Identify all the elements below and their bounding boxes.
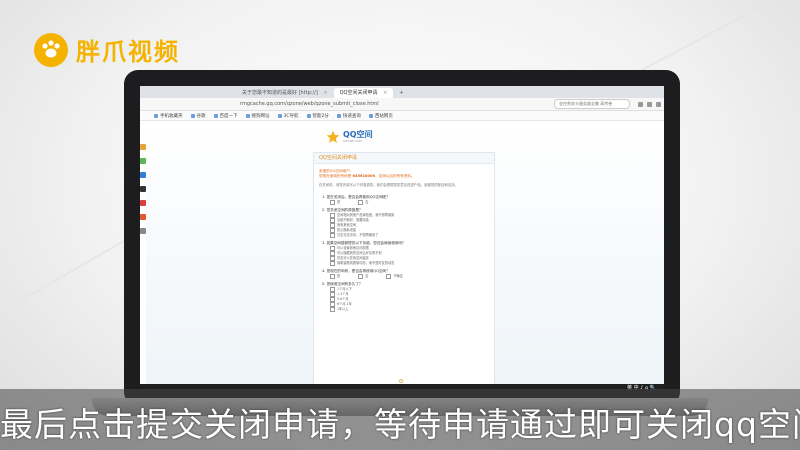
- checkbox-icon[interactable]: [330, 232, 335, 238]
- bookmark-label: 谷歌: [196, 113, 206, 119]
- bookmark-label: 3C导航: [283, 113, 299, 119]
- bookmark-item[interactable]: 搜狗网址: [245, 113, 270, 119]
- bookmark-item[interactable]: 智能2分: [306, 113, 329, 119]
- option-row: 是 否 不确定: [322, 273, 494, 279]
- option-label: 6个月-1年: [337, 301, 352, 306]
- video-subtitle: 最后点击提交关闭申请，等待申请通过即可关闭qq空间: [0, 405, 800, 444]
- radio-option[interactable]: 不确定: [386, 273, 403, 279]
- browser-tabbar: 关于您最不知道的是最好 [http://] × QQ空间关闭申请 × +: [140, 86, 664, 98]
- qzone-subtitle: QZONE.COM: [343, 139, 362, 143]
- option-label: 1年以上: [337, 306, 349, 311]
- url-input[interactable]: rmgcache.qq.com/qzone/web/qzone_submit_c…: [200, 100, 490, 108]
- option-label: 否: [365, 273, 369, 278]
- survey: 1. 您在关闭后，是否会再使用QQ空间呢？ 是 否 2. 您关闭空间的原因是？ …: [314, 188, 494, 312]
- background-line: [639, 0, 800, 72]
- option-label: 是: [337, 199, 341, 204]
- watermark-brand: 胖爪视频: [76, 38, 180, 66]
- bookmark-label: 西站网页: [374, 113, 393, 119]
- radio-icon[interactable]: [330, 273, 335, 279]
- notice: 亲爱的QQ空间用户: 您现在使用的号码是 645618006，空间以后的所有资料…: [314, 164, 494, 179]
- qq-number: 645618006: [352, 174, 376, 178]
- option-label: 否: [365, 199, 369, 204]
- radio-icon[interactable]: [330, 199, 335, 205]
- close-icon[interactable]: ×: [323, 90, 327, 96]
- laptop-screen: 关于您最不知道的是最好 [http://] × QQ空间关闭申请 × + rmg…: [140, 86, 664, 392]
- radio-option[interactable]: 是: [330, 199, 341, 205]
- checkbox-option[interactable]: 日志无法访问，不想再使用了: [322, 232, 494, 238]
- bookmark-item[interactable]: 手机收藏夹: [154, 113, 183, 119]
- download-icon[interactable]: [647, 101, 652, 107]
- notice-suffix: ，空间以后的所有资料。: [375, 174, 415, 178]
- radio-option[interactable]: 否: [358, 273, 369, 279]
- option-label: 是: [337, 273, 341, 278]
- radio-icon[interactable]: [330, 306, 335, 312]
- bookmark-label: 百度一下: [219, 113, 238, 119]
- radio-icon[interactable]: [386, 273, 392, 279]
- option-label: 日志无法访问，不想再使用了: [337, 232, 379, 237]
- close-request-form: QQ空间关闭申请 亲爱的QQ空间用户: 您现在使用的号码是 645618006，…: [313, 152, 495, 392]
- new-tab-icon[interactable]: +: [393, 88, 409, 98]
- qzone-logo: QQ空间 QZONE.COM: [326, 130, 373, 144]
- checkbox-option[interactable]: 我希望看到更新动态，而不是好友的动态: [322, 260, 494, 266]
- option-label: 好友可以在我空间留言: [337, 255, 369, 260]
- intro-text: 在关闭前，请您先填写以下问卷调查，我们会根据您的意见改进产品，谢谢您的配合和支持…: [319, 183, 459, 187]
- option-label: 3-6个月: [337, 296, 349, 301]
- option-label: 可以设置其他访问权限: [337, 245, 369, 250]
- form-title: QQ空间关闭申请: [314, 153, 494, 164]
- bookmarks-bar: 手机收藏夹 谷歌 百度一下 搜狗网址 3C导航 智能2分 快递查询 西站网页: [140, 111, 664, 121]
- tab-qzone-close[interactable]: QQ空间关闭申请 ×: [333, 88, 394, 98]
- option-label: 我有其他空间: [337, 222, 357, 227]
- bookmark-item[interactable]: 百度一下: [213, 113, 238, 119]
- search-input[interactable]: 金控贵宾卡服务器全集 高考卷: [554, 99, 630, 109]
- radio-option[interactable]: 否: [358, 199, 369, 205]
- option-label: 我希望看到更新动态，而不是好友的动态: [337, 260, 395, 265]
- checkbox-icon[interactable]: [330, 260, 335, 266]
- option-label: 1个月以下: [337, 286, 352, 291]
- radio-icon[interactable]: [358, 273, 364, 279]
- option-label: 不确定: [393, 273, 403, 278]
- star-icon: [326, 130, 340, 143]
- bookmark-label: 搜狗网址: [251, 113, 270, 119]
- close-icon[interactable]: ×: [383, 90, 387, 96]
- bookmark-item[interactable]: 谷歌: [190, 113, 206, 119]
- bookmark-item[interactable]: 快递查询: [336, 113, 361, 119]
- bookmark-item[interactable]: 西站网页: [368, 113, 393, 119]
- tab-label: 关于您最不知道的是最好 [http://]: [242, 90, 318, 96]
- qzone-title: QQ空间: [343, 130, 373, 139]
- bookmark-label: 快递查询: [342, 113, 361, 119]
- option-label: 空间相对其他产品体验差，我不想再使用: [337, 212, 395, 217]
- option-label: 1-3个月: [337, 291, 349, 296]
- option-label: 担心隐私泄露: [337, 227, 357, 232]
- notice-prefix: 您现在使用的号码是: [319, 174, 352, 178]
- tab-label: QQ空间关闭申请: [339, 90, 378, 96]
- bookmark-label: 智能2分: [312, 113, 329, 119]
- extension-icon[interactable]: [638, 101, 643, 107]
- paw-icon: [34, 32, 68, 67]
- radio-option[interactable]: 1年以上: [322, 306, 494, 312]
- menu-icon[interactable]: [656, 101, 661, 107]
- option-label: 可以隐藏我的空间让好友看不到: [337, 250, 382, 255]
- tab-other[interactable]: 关于您最不知道的是最好 [http://] ×: [236, 88, 334, 98]
- bookmark-label: 手机收藏夹: [160, 113, 183, 119]
- option-label: 功能不够好，需要改善: [337, 217, 369, 222]
- toolbar-icons: [638, 101, 661, 107]
- radio-icon[interactable]: [358, 199, 364, 205]
- bookmark-item[interactable]: 3C导航: [277, 113, 299, 119]
- address-bar: rmgcache.qq.com/qzone/web/qzone_submit_c…: [140, 98, 664, 111]
- qzone-page: QQ空间 QZONE.COM QQ空间关闭申请 亲爱的QQ空间用户: 您现在使用…: [146, 122, 664, 392]
- option-row: 是 否: [322, 199, 494, 205]
- watermark-logo: 胖爪视频: [34, 32, 180, 67]
- radio-option[interactable]: 是: [330, 273, 341, 279]
